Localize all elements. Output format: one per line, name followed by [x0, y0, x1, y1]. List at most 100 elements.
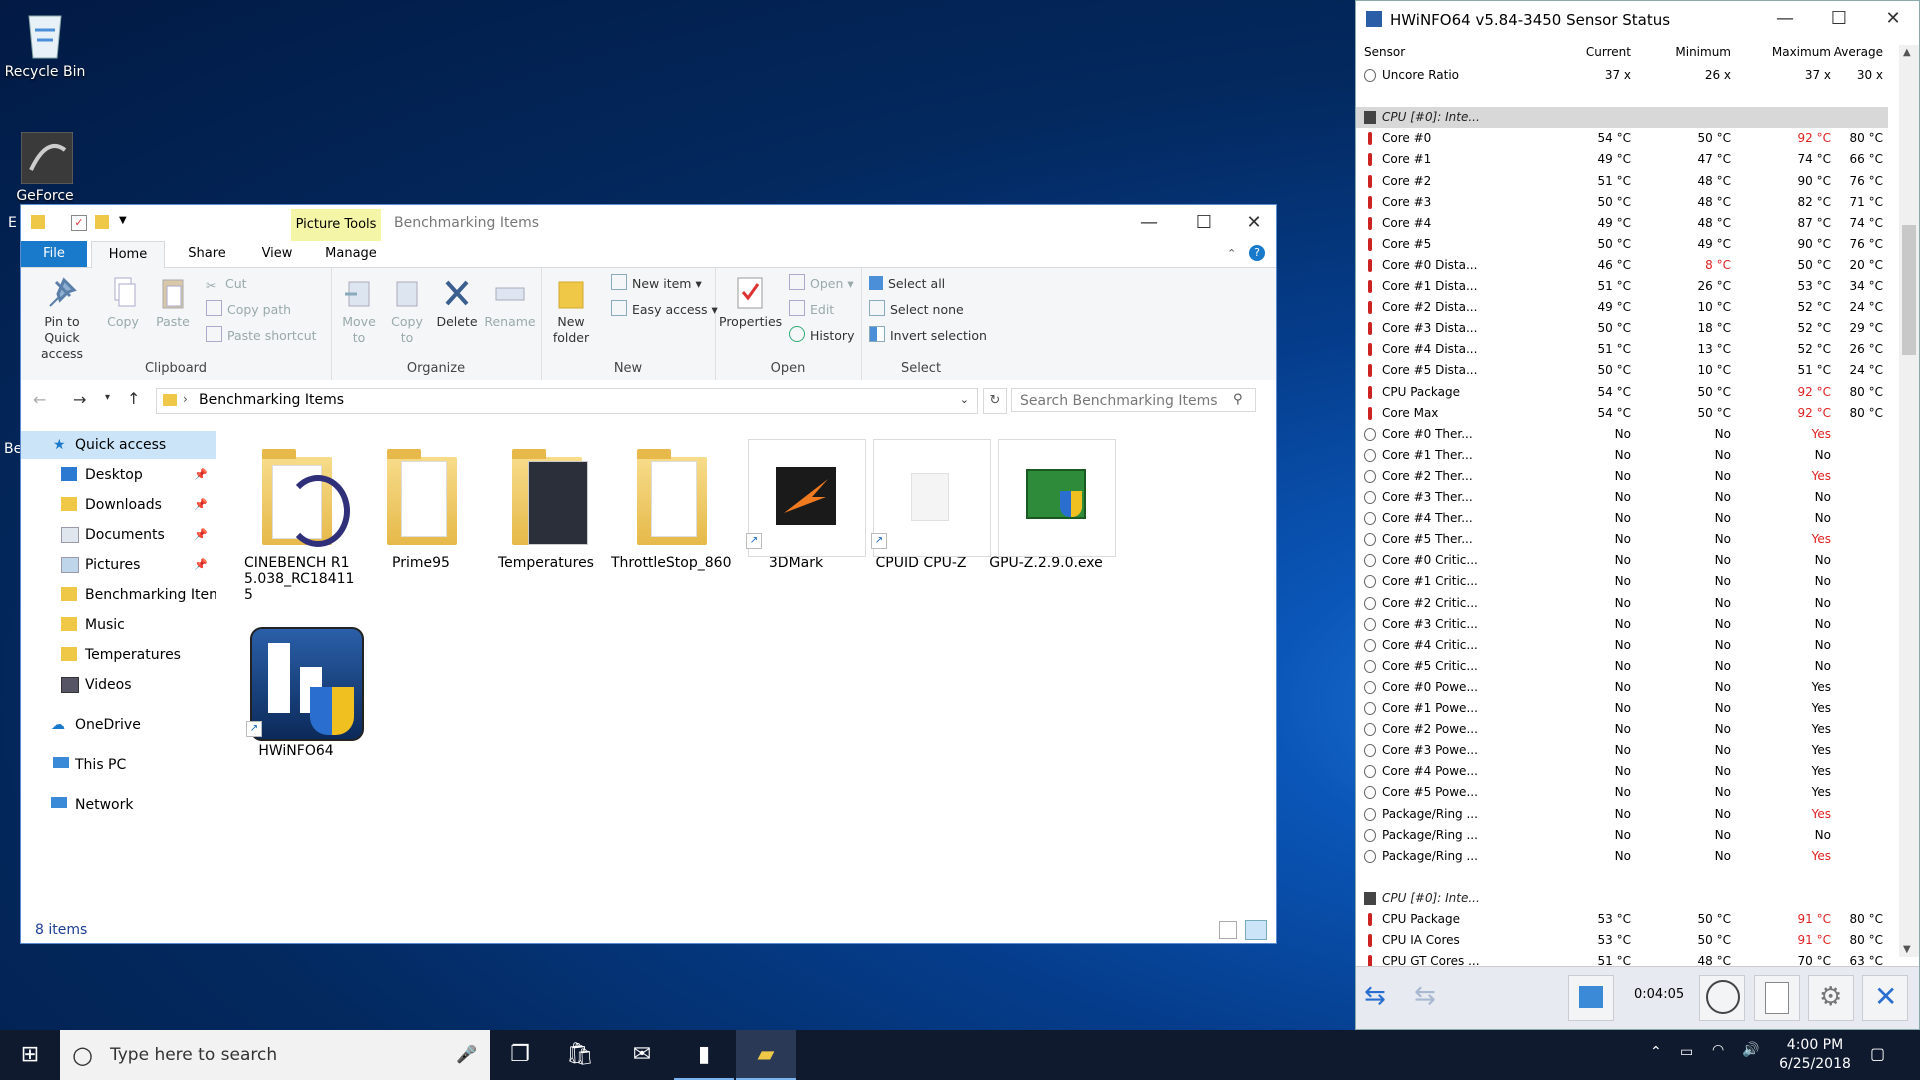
tab-home[interactable]: Home	[91, 241, 165, 268]
move-to-button[interactable]: Move to	[339, 276, 379, 346]
open-button[interactable]: Open ▾	[789, 274, 854, 294]
nav-item-pictures[interactable]: Pictures 📌	[21, 551, 216, 579]
new-folder-quick-icon[interactable]	[95, 215, 109, 229]
start-windows-icon[interactable]: ⊞	[0, 1030, 60, 1080]
recent-locations-chevron-icon[interactable]: ▾	[105, 392, 110, 403]
pin-to-quick-access-button[interactable]: Pin to Quick access	[27, 276, 97, 362]
file-item-throttlestop[interactable]: ThrottleStop_860	[611, 439, 731, 571]
sensor-row[interactable]: Core #4 Dista... 51 °C 13 °C 52 °C 26 °C	[1356, 339, 1888, 361]
file-explorer-taskbar-icon[interactable]: ▰	[736, 1030, 796, 1080]
sensor-row[interactable]: Core #4 Critic... No No No	[1356, 634, 1888, 656]
new-folder-button[interactable]: New folder	[547, 276, 595, 346]
tab-share[interactable]: Share	[177, 241, 237, 267]
nav-item-benchmarking-items[interactable]: Benchmarking Items	[21, 581, 216, 609]
scroll-down-icon[interactable]: ▼	[1903, 944, 1911, 955]
nav-item-this-pc[interactable]: This PC	[21, 751, 216, 779]
cut-button[interactable]: ✂ Cut	[206, 274, 247, 294]
large-icons-view-icon[interactable]	[1245, 920, 1267, 940]
sensor-row[interactable]: CPU IA Cores 53 °C 50 °C 91 °C 80 °C	[1356, 930, 1888, 952]
sensor-row[interactable]: CPU Package 54 °C 50 °C 92 °C 80 °C	[1356, 381, 1888, 403]
nav-item-videos[interactable]: Videos	[21, 671, 216, 699]
file-item-3dmark[interactable]: ↗ 3DMark	[736, 439, 866, 571]
copy-button[interactable]: Copy	[103, 276, 143, 330]
nav-item-documents[interactable]: Documents 📌	[21, 521, 216, 549]
sensor-row[interactable]: Package/Ring ... No No No	[1356, 825, 1888, 846]
tab-file[interactable]: File	[21, 241, 87, 267]
microphone-icon[interactable]: 🎤	[456, 1030, 477, 1080]
properties-button[interactable]: Properties	[719, 276, 782, 330]
nav-item-music[interactable]: Music	[21, 611, 216, 639]
maximize-button[interactable]: ☐	[1816, 5, 1862, 33]
desktop-icon-recycle-bin[interactable]: Recycle Bin	[0, 8, 90, 80]
task-view-icon[interactable]: ❐	[490, 1030, 550, 1080]
navigate-arrows-icon[interactable]: ⇆	[1364, 981, 1386, 1011]
header-minimum[interactable]: Minimum	[1631, 45, 1731, 59]
scroll-thumb[interactable]	[1902, 225, 1916, 355]
hwinfo-taskbar-icon[interactable]: ▮	[674, 1030, 734, 1080]
rename-button[interactable]: Rename	[483, 276, 537, 330]
tab-manage[interactable]: Manage	[311, 241, 391, 267]
minimize-button[interactable]: —	[1126, 209, 1172, 237]
nav-item-quick-access[interactable]: ★ Quick access	[21, 431, 216, 459]
up-arrow-icon[interactable]: ↑	[127, 389, 140, 408]
store-icon[interactable]: 🛍	[550, 1030, 610, 1080]
battery-icon[interactable]: ▭	[1680, 1044, 1693, 1060]
desktop-icon-geforce[interactable]: GeForce	[0, 132, 90, 204]
sensor-row[interactable]: Core #3 Critic... No No No	[1356, 614, 1888, 635]
sensor-row[interactable]: CPU [#0]: Inte...	[1356, 887, 1888, 909]
file-item-temperatures[interactable]: Temperatures	[486, 439, 606, 571]
sensor-row[interactable]: Core #2 Ther... No No Yes	[1356, 465, 1888, 487]
sensor-row[interactable]: Core #4 Ther... No No No	[1356, 508, 1888, 530]
back-arrow-icon[interactable]: ←	[33, 390, 46, 409]
header-sensor[interactable]: Sensor	[1364, 45, 1405, 59]
volume-icon[interactable]: 🔊	[1742, 1042, 1759, 1058]
sensor-row[interactable]: Core #4 49 °C 48 °C 87 °C 74 °C	[1356, 212, 1888, 234]
search-input[interactable]: Search Benchmarking Items	[1011, 388, 1256, 412]
sensor-row[interactable]	[1356, 867, 1888, 888]
easy-access-button[interactable]: Easy access ▾	[611, 300, 718, 320]
sensor-row[interactable]: Core #0 Powe... No No Yes	[1356, 676, 1888, 698]
sensor-row[interactable]: Core #1 49 °C 47 °C 74 °C 66 °C	[1356, 149, 1888, 170]
help-icon[interactable]: ?	[1249, 245, 1265, 261]
details-view-icon[interactable]	[1219, 921, 1237, 939]
sensor-row[interactable]: Core #0 Ther... No No Yes	[1356, 423, 1888, 445]
nav-item-downloads[interactable]: Downloads 📌	[21, 491, 216, 519]
nav-item-temperatures[interactable]: Temperatures	[21, 641, 216, 669]
wifi-icon[interactable]: ◠	[1712, 1042, 1724, 1058]
sensor-row[interactable]: Core Max 54 °C 50 °C 92 °C 80 °C	[1356, 403, 1888, 424]
new-item-button[interactable]: New item ▾	[611, 274, 702, 294]
delete-button[interactable]: Delete	[435, 276, 479, 330]
address-dropdown-icon[interactable]: ⌄	[960, 393, 969, 406]
system-clock[interactable]: 4:00 PM 6/25/2018	[1770, 1036, 1860, 1074]
clock-button[interactable]	[1699, 975, 1745, 1021]
taskbar-search-box[interactable]: ○ Type here to search 🎤	[60, 1030, 490, 1080]
pin-icon[interactable]: 📌	[194, 521, 208, 549]
edit-button[interactable]: Edit	[789, 300, 834, 320]
close-button[interactable]: ✕	[1231, 209, 1277, 237]
sensor-row[interactable]: Core #3 Powe... No No Yes	[1356, 740, 1888, 761]
collapse-ribbon-icon[interactable]: ⌃	[1227, 247, 1236, 260]
sensor-row[interactable]: Core #1 Critic... No No No	[1356, 571, 1888, 592]
paste-button[interactable]: Paste	[151, 276, 195, 330]
file-item-cpuid-cpu-z[interactable]: ↗ CPUID CPU-Z	[861, 439, 991, 571]
customize-quick-access-icon[interactable]: ▼	[119, 215, 127, 226]
sensor-row[interactable]: Core #0 Critic... No No No	[1356, 550, 1888, 572]
sensor-row[interactable]: Core #5 Critic... No No No	[1356, 656, 1888, 677]
sensor-row[interactable]: Core #5 50 °C 49 °C 90 °C 76 °C	[1356, 234, 1888, 255]
sensor-row[interactable]: Core #2 51 °C 48 °C 90 °C 76 °C	[1356, 170, 1888, 192]
copy-path-button[interactable]: Copy path	[206, 300, 291, 320]
breadcrumb[interactable]: Benchmarking Items	[199, 392, 344, 408]
log-button[interactable]	[1754, 975, 1800, 1021]
scrollbar[interactable]: ▲ ▼	[1899, 45, 1919, 957]
file-item-prime95[interactable]: Prime95	[361, 439, 481, 571]
properties-quick-icon[interactable]: ✓	[71, 215, 87, 231]
nav-item-network[interactable]: Network	[21, 791, 216, 819]
sensor-row[interactable]: Core #2 Powe... No No Yes	[1356, 719, 1888, 741]
tab-view[interactable]: View	[247, 241, 307, 267]
network-button[interactable]	[1568, 975, 1614, 1021]
show-hidden-icons-chevron-icon[interactable]: ⌃	[1650, 1044, 1662, 1060]
sensor-row[interactable]: Core #5 Dista... 50 °C 10 °C 51 °C 24 °C	[1356, 360, 1888, 381]
sensor-row[interactable]: Core #3 Ther... No No No	[1356, 487, 1888, 508]
pin-icon[interactable]: 📌	[194, 461, 208, 489]
mail-icon[interactable]: ✉	[612, 1030, 672, 1080]
